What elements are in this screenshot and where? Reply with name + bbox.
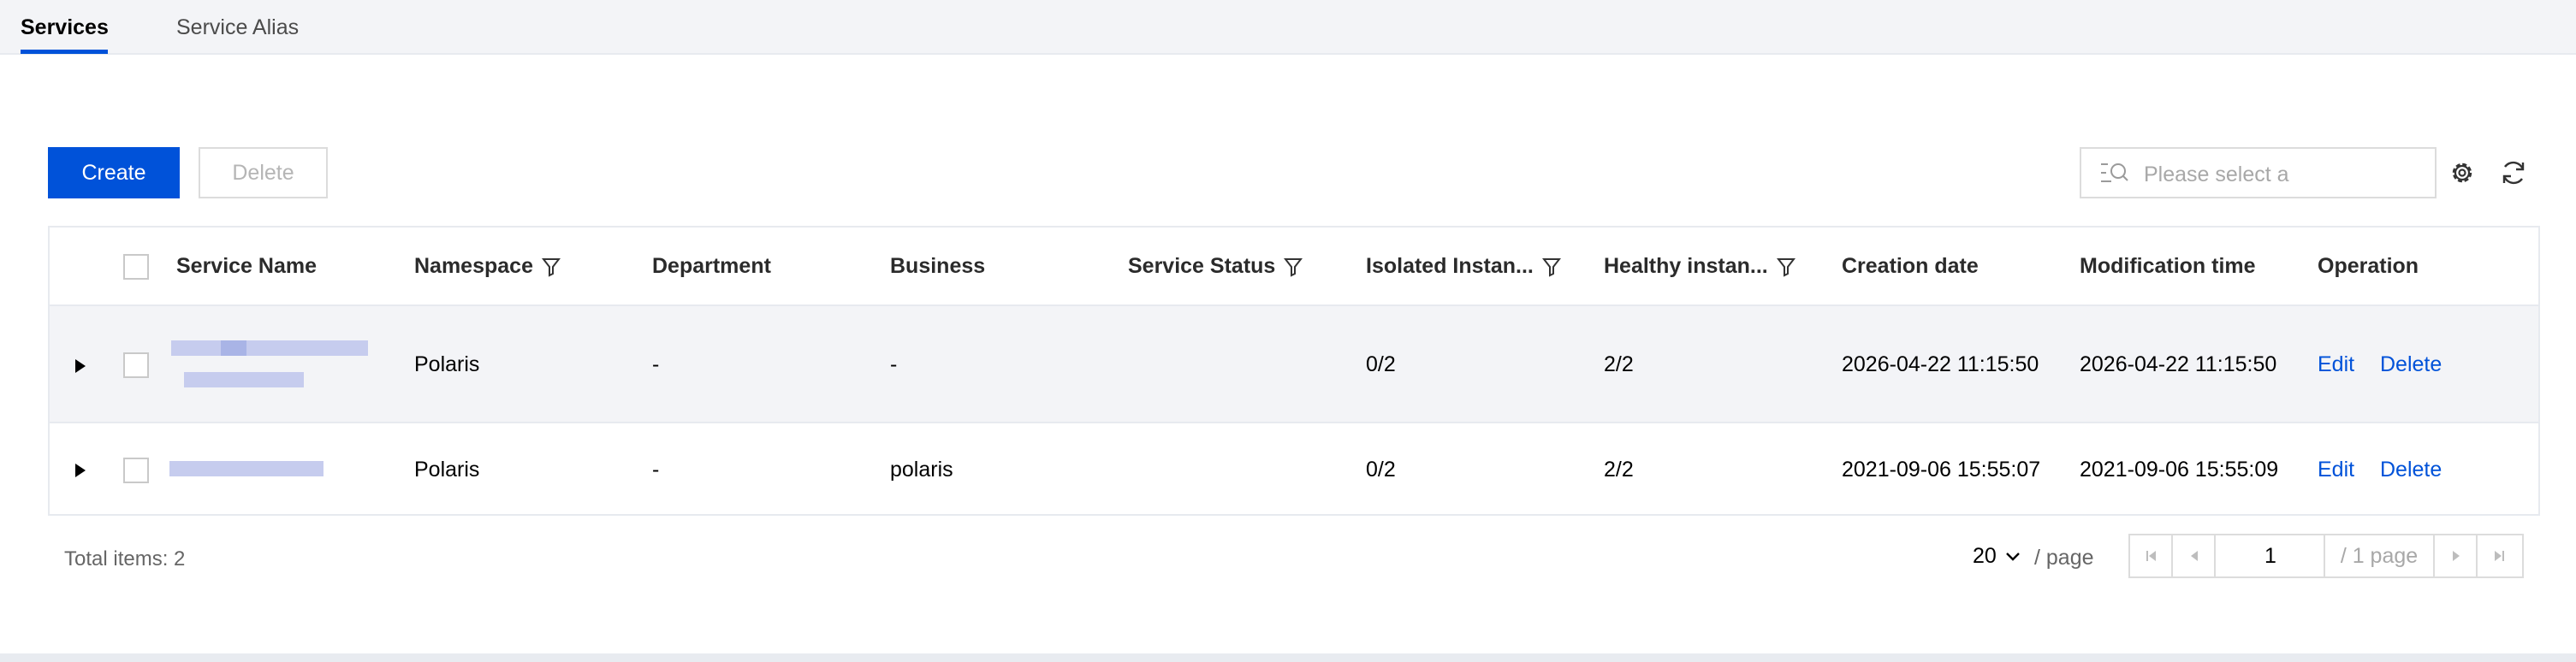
filter-icon[interactable] <box>1541 257 1561 277</box>
total-pages-label: / 1 page <box>2325 535 2435 576</box>
cell-namespace: Polaris <box>414 458 480 482</box>
first-page-button[interactable] <box>2130 535 2173 576</box>
cell-healthy-instances: 2/2 <box>1604 458 1634 482</box>
services-table: Service Name Namespace Department Busine… <box>48 226 2540 516</box>
active-tab-indicator <box>21 50 108 54</box>
column-header-creation-date[interactable]: Creation date <box>1842 254 1979 279</box>
delete-button[interactable]: Delete <box>199 147 328 198</box>
column-header-operation: Operation <box>2318 254 2419 278</box>
cell-creation-date: 2026-04-22 11:15:50 <box>1842 352 2039 376</box>
total-items: Total items: 2 <box>64 547 186 570</box>
column-header-service-status[interactable]: Service Status <box>1128 254 1303 279</box>
last-page-button[interactable] <box>2478 535 2520 576</box>
column-header-healthy-instances[interactable]: Healthy instan... <box>1604 254 1795 279</box>
table-row: Polaris - polaris 0/2 2/2 2021-09-06 15:… <box>50 423 2538 514</box>
column-header-business[interactable]: Business <box>890 254 985 279</box>
column-header-department[interactable]: Department <box>652 254 771 279</box>
cell-isolated-instances: 0/2 <box>1366 352 1396 376</box>
redacted-block <box>221 340 246 356</box>
delete-link[interactable]: Delete <box>2380 458 2442 482</box>
edit-link[interactable]: Edit <box>2318 352 2354 377</box>
page-size-select[interactable]: 20 <box>1973 544 2021 569</box>
cell-department: - <box>652 352 660 376</box>
column-header-modification-time[interactable]: Modification time <box>2080 254 2256 279</box>
cell-creation-date: 2021-09-06 15:55:07 <box>1842 458 2041 482</box>
tab-bar: Services Service Alias <box>0 0 2576 55</box>
filter-icon[interactable] <box>1776 257 1795 277</box>
filter-icon[interactable] <box>1284 257 1303 277</box>
next-page-icon <box>2453 551 2460 561</box>
redacted-service-name-line2 <box>184 372 304 387</box>
search-icon <box>2101 163 2128 182</box>
row-checkbox[interactable] <box>123 458 149 483</box>
last-page-icon <box>2495 551 2504 561</box>
chevron-down-icon <box>2005 552 2020 561</box>
delete-link[interactable]: Delete <box>2380 352 2442 377</box>
cell-modification-time: 2021-09-06 15:55:09 <box>2080 458 2279 482</box>
prev-page-icon <box>2191 551 2198 561</box>
row-checkbox[interactable] <box>123 352 149 378</box>
column-header-service-name[interactable]: Service Name <box>176 254 317 279</box>
page-number-input[interactable]: 1 <box>2217 535 2325 576</box>
cell-modification-time: 2026-04-22 11:15:50 <box>2080 352 2277 376</box>
prev-page-button[interactable] <box>2173 535 2216 576</box>
table-header: Service Name Namespace Department Busine… <box>50 228 2538 306</box>
search-placeholder: Please select a <box>2144 163 2289 186</box>
gear-icon[interactable] <box>2448 159 2476 186</box>
expand-arrow-icon[interactable] <box>75 464 86 477</box>
search-input[interactable]: Please select a <box>2080 147 2437 198</box>
page-size-value: 20 <box>1973 544 1997 568</box>
column-header-namespace[interactable]: Namespace <box>414 254 561 279</box>
select-all-checkbox[interactable] <box>123 254 149 280</box>
tab-services[interactable]: Services <box>21 15 109 40</box>
cell-namespace: Polaris <box>414 352 480 376</box>
next-page-button[interactable] <box>2435 535 2478 576</box>
refresh-icon[interactable] <box>2500 159 2527 186</box>
cell-isolated-instances: 0/2 <box>1366 458 1396 482</box>
cell-healthy-instances: 2/2 <box>1604 352 1634 376</box>
per-page-label: / page <box>2034 546 2094 570</box>
pagination: 1 / 1 page <box>2128 534 2524 578</box>
cell-business: - <box>890 352 898 376</box>
create-button[interactable]: Create <box>48 147 180 198</box>
table-row: Polaris - - 0/2 2/2 2026-04-22 11:15:50 … <box>50 306 2538 423</box>
cell-business: polaris <box>890 458 953 482</box>
column-header-isolated-instances[interactable]: Isolated Instan... <box>1366 254 1561 279</box>
bottom-divider <box>0 653 2576 662</box>
redacted-service-name[interactable] <box>169 461 323 476</box>
first-page-icon <box>2146 551 2156 561</box>
redacted-service-name[interactable] <box>171 340 368 356</box>
cell-department: - <box>652 458 660 482</box>
tab-service-alias[interactable]: Service Alias <box>176 15 299 40</box>
expand-arrow-icon[interactable] <box>75 359 86 373</box>
edit-link[interactable]: Edit <box>2318 458 2354 482</box>
filter-icon[interactable] <box>541 257 561 277</box>
